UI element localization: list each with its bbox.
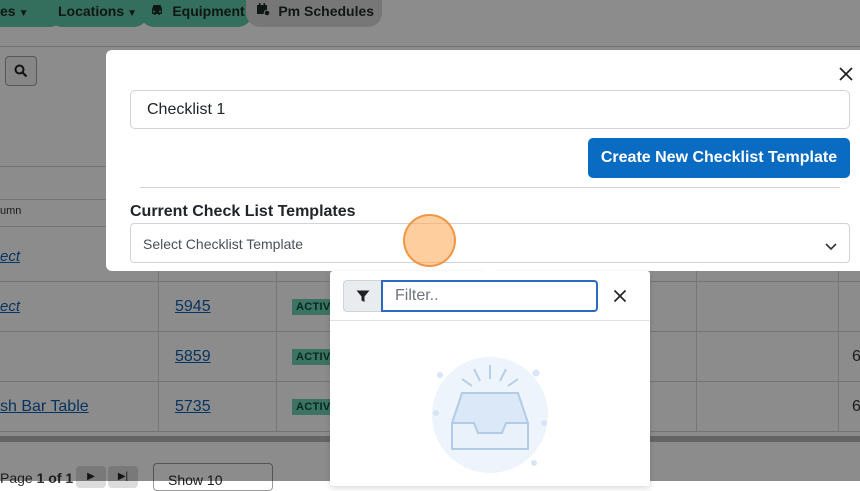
filter-input[interactable] (381, 280, 598, 312)
create-checklist-template-button[interactable]: Create New Checklist Template (588, 138, 850, 178)
close-icon (839, 67, 853, 81)
filter-icon-addon (343, 280, 381, 312)
dropdown-divider (330, 320, 650, 321)
dropdown-arrow (482, 264, 498, 272)
checklist-modal: Create New Checklist Template Current Ch… (106, 50, 860, 271)
clear-filter-button[interactable] (612, 288, 628, 304)
empty-inbox-icon (432, 357, 548, 473)
close-modal-button[interactable] (837, 65, 855, 83)
section-label: Current Check List Templates (130, 203, 356, 220)
checklist-name-input[interactable] (130, 90, 850, 129)
checklist-template-select[interactable]: Select Checklist Template (130, 223, 850, 263)
modal-divider (140, 187, 840, 188)
select-placeholder: Select Checklist Template (143, 236, 304, 252)
filter-icon (356, 290, 369, 302)
close-icon (613, 289, 627, 303)
template-dropdown-panel (330, 264, 650, 486)
chevron-down-icon (825, 238, 837, 254)
